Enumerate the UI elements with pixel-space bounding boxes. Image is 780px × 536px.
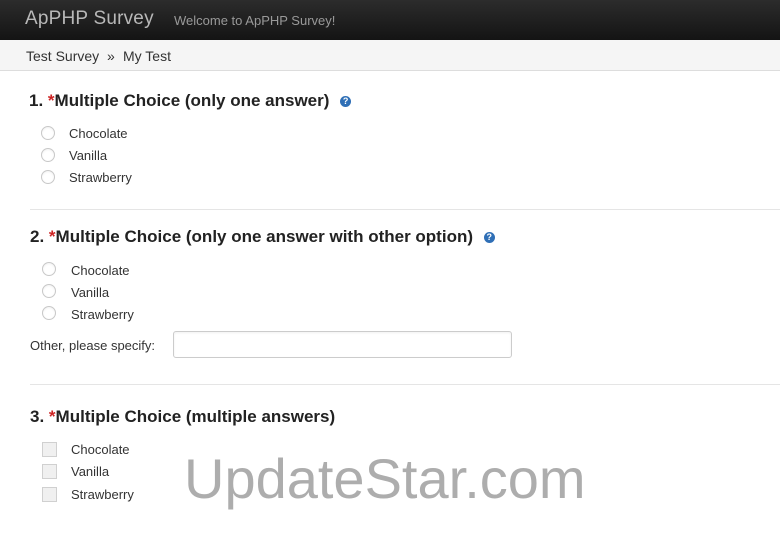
option-label: Strawberry bbox=[69, 170, 132, 185]
checkbox-q3-chocolate[interactable] bbox=[42, 442, 57, 457]
radio-q1-chocolate[interactable] bbox=[41, 126, 55, 140]
breadcrumb-current: My Test bbox=[123, 48, 171, 64]
question-2-title: 2. *Multiple Choice (only one answer wit… bbox=[30, 227, 495, 247]
section-divider bbox=[30, 384, 780, 385]
required-mark: * bbox=[48, 407, 56, 426]
breadcrumb-survey-link[interactable]: Test Survey bbox=[26, 48, 99, 64]
radio-q1-strawberry[interactable] bbox=[41, 170, 55, 184]
radio-q2-chocolate[interactable] bbox=[42, 262, 56, 276]
required-mark: * bbox=[48, 227, 56, 246]
option-label: Chocolate bbox=[71, 263, 130, 278]
question-number: 3. bbox=[30, 407, 45, 426]
question-text: Multiple Choice (only one answer with ot… bbox=[55, 227, 473, 246]
radio-q1-vanilla[interactable] bbox=[41, 148, 55, 162]
other-specify-input[interactable] bbox=[173, 331, 512, 358]
option-label: Strawberry bbox=[71, 307, 134, 322]
watermark: UpdateStar.com bbox=[184, 447, 586, 510]
question-text: Multiple Choice (multiple answers) bbox=[55, 407, 336, 426]
checkbox-q3-strawberry[interactable] bbox=[42, 487, 57, 502]
option-label: Vanilla bbox=[69, 148, 108, 163]
question-text: Multiple Choice (only one answer) bbox=[54, 91, 330, 110]
welcome-text: Welcome to ApPHP Survey! bbox=[174, 13, 336, 28]
option-label: Vanilla bbox=[71, 464, 110, 479]
question-1-title: 1. *Multiple Choice (only one answer) ? bbox=[29, 91, 352, 111]
top-navbar: ApPHP Survey Welcome to ApPHP Survey! bbox=[0, 0, 780, 41]
option-label: Chocolate bbox=[69, 126, 128, 141]
radio-q2-strawberry[interactable] bbox=[42, 306, 56, 320]
brand-link[interactable]: ApPHP Survey bbox=[25, 8, 154, 30]
radio-q2-vanilla[interactable] bbox=[42, 284, 56, 298]
checkbox-q3-vanilla[interactable] bbox=[42, 464, 57, 479]
required-mark: * bbox=[47, 91, 55, 110]
question-number: 1. bbox=[29, 91, 44, 110]
option-label: Strawberry bbox=[71, 487, 134, 502]
option-label: Vanilla bbox=[71, 285, 110, 300]
section-divider bbox=[30, 209, 780, 210]
breadcrumb: Test Survey » My Test bbox=[0, 40, 780, 71]
question-3-title: 3. *Multiple Choice (multiple answers) bbox=[30, 407, 335, 427]
help-icon[interactable]: ? bbox=[340, 96, 352, 107]
breadcrumb-separator: » bbox=[107, 48, 115, 64]
help-icon[interactable]: ? bbox=[483, 232, 495, 243]
other-specify-label: Other, please specify: bbox=[30, 338, 156, 353]
question-number: 2. bbox=[30, 227, 45, 246]
option-label: Chocolate bbox=[71, 442, 130, 457]
